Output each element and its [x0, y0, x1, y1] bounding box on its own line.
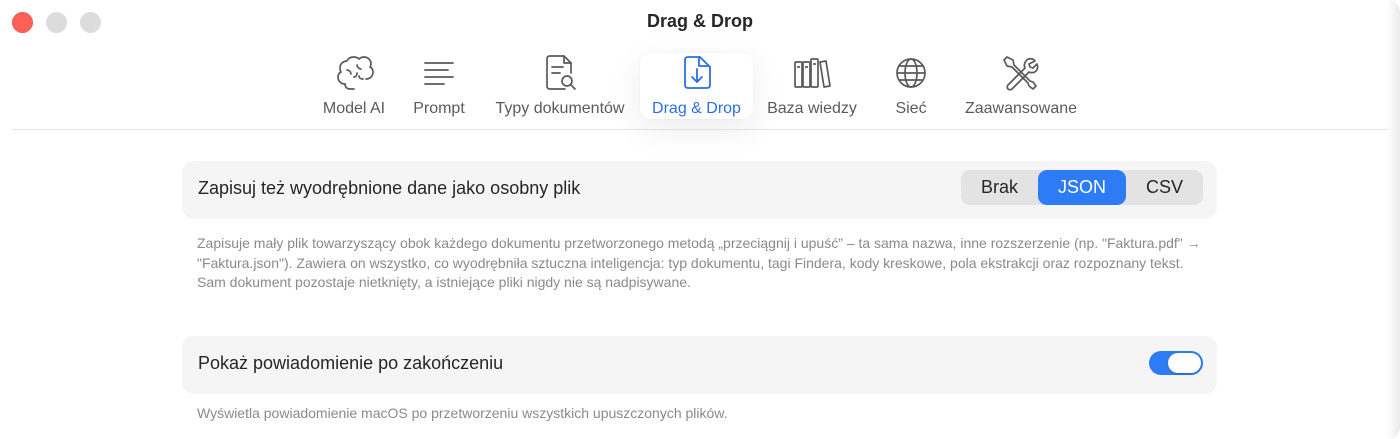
tab-label: Typy dokumentów: [495, 100, 625, 117]
notify-setting-description: Wyświetla powiadomienie macOS po przetwo…: [197, 405, 728, 421]
tab-advanced[interactable]: Zaawansowane: [958, 53, 1084, 119]
brain-icon: [334, 53, 374, 93]
export-setting-row: Zapisuj też wyodrębnione dane jako osobn…: [182, 161, 1217, 219]
toggle-knob: [1168, 353, 1201, 373]
export-setting-description: Zapisuje mały plik towarzyszący obok każ…: [197, 235, 1201, 290]
tab-label: Zaawansowane: [964, 100, 1078, 117]
tab-network[interactable]: Sieć: [880, 53, 942, 119]
export-option-json[interactable]: JSON: [1037, 170, 1126, 205]
tab-knowledge-base[interactable]: Baza wiedzy: [760, 53, 864, 119]
window-title: Drag & Drop: [646, 11, 753, 31]
toolbar-divider: [12, 129, 1388, 130]
tab-document-types[interactable]: Typy dokumentów: [485, 53, 635, 119]
tools-icon: [1001, 53, 1041, 93]
tab-drag-and-drop[interactable]: Drag & Drop: [640, 53, 753, 119]
preferences-toolbar: Model AI Prompt Typy dokumentów Drag & D…: [0, 48, 1400, 124]
notify-setting-label: Pokaż powiadomienie po zakończeniu: [198, 353, 504, 373]
tab-label: Baza wiedzy: [767, 100, 857, 117]
text-lines-icon: [419, 53, 459, 93]
document-download-icon: [677, 53, 717, 93]
preferences-window: Drag & Drop Model AI Prompt Typy dokumen…: [0, 0, 1400, 439]
notify-setting-row: Pokaż powiadomienie po zakończeniu: [182, 336, 1217, 394]
globe-icon: [891, 53, 931, 93]
tab-model-ai[interactable]: Model AI: [314, 53, 394, 119]
export-option-none[interactable]: Brak: [961, 170, 1038, 205]
books-icon: [792, 53, 832, 93]
export-setting-label: Zapisuj też wyodrębnione dane jako osobn…: [198, 178, 581, 198]
tab-label: Prompt: [413, 100, 465, 117]
document-search-icon: [540, 53, 580, 93]
notify-toggle[interactable]: [1149, 351, 1203, 375]
tab-label: Model AI: [322, 100, 386, 117]
tab-label: Drag & Drop: [652, 100, 741, 117]
tab-label: Sieć: [895, 100, 927, 117]
export-format-segmented-control: Brak JSON CSV: [960, 170, 1203, 205]
tab-prompt[interactable]: Prompt: [404, 53, 474, 119]
export-option-csv[interactable]: CSV: [1126, 170, 1203, 205]
